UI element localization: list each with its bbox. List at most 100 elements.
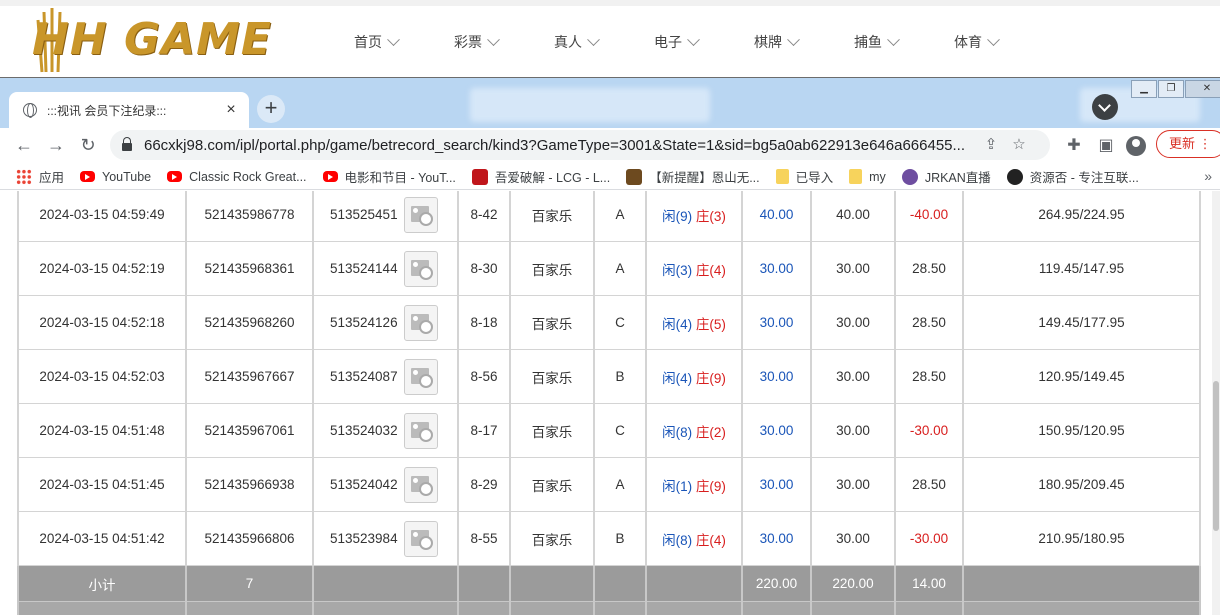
round-cell: 513524032 [313,404,458,458]
bet-id: 521435966806 [186,512,313,566]
empty-cell [594,602,646,615]
close-window-icon[interactable]: ✕ [1185,80,1220,98]
table-row: 2024-03-15 04:51:45 521435966938 5135240… [18,458,1200,512]
game-type: 百家乐 [510,191,594,242]
window-controls: ▁ ❐ ✕ [1130,80,1220,98]
seat: A [594,458,646,512]
nav-item-lottery[interactable]: 彩票 [454,30,498,54]
restore-icon[interactable]: ❐ [1158,80,1184,98]
table-number: 8-30 [458,242,510,296]
win-loss: -30.00 [895,404,963,458]
nav-label: 电子 [654,32,682,52]
page-scrollbar[interactable] [1212,191,1220,615]
valid-amount: 30.00 [811,242,895,296]
nav-item-slots[interactable]: 电子 [654,30,698,54]
bookmark-apps[interactable]: 应用 [16,167,64,186]
nav-item-sports[interactable]: 体育 [954,30,998,54]
bookmarks-overflow-icon[interactable]: » [1204,168,1212,184]
star-icon[interactable]: ☆ [1008,134,1030,156]
round-cell: 513524042 [313,458,458,512]
player-result: 闲(1) [662,479,692,494]
nav-label: 首页 [354,32,382,52]
bet-id: 521435968260 [186,296,313,350]
url-text[interactable]: 66cxkj98.com/ipl/portal.php/game/betreco… [144,137,974,154]
nav-item-fishing[interactable]: 捕鱼 [854,30,898,54]
game-type: 百家乐 [510,512,594,566]
bookmark-label: 应用 [39,167,64,186]
table-row: 2024-03-15 04:52:03 521435967667 5135240… [18,350,1200,404]
forward-arrow-icon[interactable]: → [44,134,68,158]
nav-label: 真人 [554,32,582,52]
bookmark-classic-rock[interactable]: Classic Rock Great... [167,170,306,184]
new-tab-button[interactable]: + [257,95,285,123]
game-type: 百家乐 [510,458,594,512]
balance-before-after: 264.95/224.95 [963,191,1200,242]
empty-cell [313,602,458,615]
bookmark-ziyuanfou[interactable]: 资源否 - 专注互联... [1007,167,1139,186]
nav-item-home[interactable]: 首页 [354,30,398,54]
table-number: 8-55 [458,512,510,566]
video-replay-icon[interactable] [404,359,438,395]
table-number: 8-29 [458,458,510,512]
address-bar[interactable]: 66cxkj98.com/ipl/portal.php/game/betreco… [110,130,1050,160]
side-panel-icon[interactable]: ▣ [1094,134,1118,158]
empty-cell [313,566,458,602]
nav-item-live[interactable]: 真人 [554,30,598,54]
scrollbar-thumb[interactable] [1213,381,1219,531]
tab-search-button[interactable] [1092,94,1118,120]
bookmark-52pojie[interactable]: 吾爱破解 - LCG - L... [472,167,610,186]
banker-result: 庄(4) [696,263,726,278]
subtotal-win: 14.00 [895,566,963,602]
minimize-icon[interactable]: ▁ [1131,80,1157,98]
bookmark-label: JRKAN直播 [925,167,991,186]
site-favicon-icon [472,169,488,185]
youtube-icon [323,171,338,182]
player-result: 闲(4) [662,371,692,386]
nav-item-cards[interactable]: 棋牌 [754,30,798,54]
bookmarks-bar: 应用 YouTube Classic Rock Great... 电影和节目 -… [0,164,1220,190]
video-replay-icon[interactable] [404,413,438,449]
win-loss: 28.50 [895,296,963,350]
balance-before-after: 180.95/209.45 [963,458,1200,512]
bookmark-youtube[interactable]: YouTube [80,170,151,184]
video-replay-icon[interactable] [404,251,438,287]
empty-cell [811,602,895,615]
video-replay-icon[interactable] [404,467,438,503]
player-result: 闲(8) [662,533,692,548]
bookmark-label: 已导入 [796,167,834,186]
bookmark-movies[interactable]: 电影和节目 - YouT... [323,167,456,186]
share-icon[interactable]: ⇪ [980,134,1002,156]
bookmark-jrkan[interactable]: JRKAN直播 [902,167,991,186]
nav-label: 棋牌 [754,32,782,52]
video-replay-icon[interactable] [404,305,438,341]
bookmark-folder-my[interactable]: my [849,169,886,184]
round-id: 513525451 [330,207,398,222]
video-replay-icon[interactable] [404,197,438,233]
site-logo[interactable]: HH GAME [32,8,300,78]
bookmark-folder-imported[interactable]: 已导入 [776,167,834,186]
reload-icon[interactable]: ↻ [76,134,100,158]
subtotal-count: 7 [186,566,313,602]
update-label: 更新 [1169,136,1195,151]
table-row: 2024-03-15 04:52:18 521435968260 5135241… [18,296,1200,350]
video-replay-icon[interactable] [404,521,438,557]
bet-amount: 30.00 [742,296,811,350]
update-button[interactable]: 更新 ⋮ [1156,130,1220,158]
bet-time: 2024-03-15 04:59:49 [18,191,186,242]
seat: A [594,191,646,242]
game-type: 百家乐 [510,404,594,458]
valid-amount: 30.00 [811,296,895,350]
close-icon[interactable]: × [223,101,239,119]
youtube-icon [80,171,95,182]
table-row: 2024-03-15 04:51:48 521435967061 5135240… [18,404,1200,458]
tab-active[interactable]: :::视讯 会员下注纪录::: × [9,92,249,128]
empty-cell [646,566,742,602]
extensions-puzzle-icon[interactable]: ✚ [1062,134,1086,158]
game-type: 百家乐 [510,296,594,350]
result-cell: 闲(3) 庄(4) [646,242,742,296]
bookmark-label: 资源否 - 专注互联... [1030,167,1139,186]
profile-avatar-icon[interactable] [1126,136,1146,156]
player-result: 闲(3) [662,263,692,278]
bookmark-enshan[interactable]: 【新提醒】恩山无... [626,167,759,186]
back-arrow-icon[interactable]: ← [12,134,36,158]
